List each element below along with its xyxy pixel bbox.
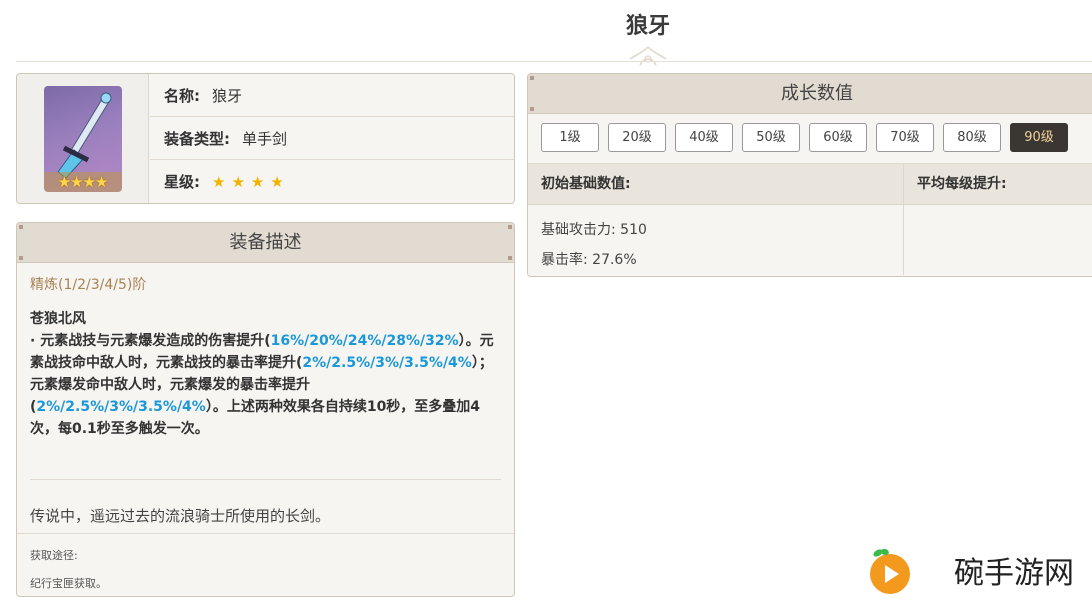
info-row-name: 名称: 狼牙 — [150, 74, 514, 117]
lore-text: 传说中，遥远过去的流浪骑士所使用的长剑。 — [30, 507, 331, 525]
watermark-logo-icon — [870, 548, 910, 594]
level-button-80[interactable]: 80级 — [943, 123, 1001, 152]
page-title: 狼牙 — [625, 14, 670, 39]
source-block: 获取途径: 纪行宝匣获取。 — [17, 533, 514, 596]
per-level-heading: 平均每级提升: — [917, 176, 1007, 192]
base-attack-value: 基础攻击力: 510 — [541, 222, 647, 238]
level-button-70[interactable]: 70级 — [876, 123, 934, 152]
description-panel: 装备描述 精炼(1/2/3/4/5)阶 苍狼北风 · 元素战技与元素爆发造成的伤… — [16, 222, 515, 597]
site-watermark: 碗手游网 — [862, 544, 1092, 600]
type-label: 装备类型: — [164, 129, 230, 148]
level-button-90[interactable]: 90级 — [1010, 123, 1068, 152]
stats-header-row: 初始基础数值: 平均每级提升: — [528, 164, 1092, 205]
passive-value-highlight: 2%/2.5%/3%/3.5%/4% — [302, 355, 472, 371]
passive-description: · 元素战技与元素爆发造成的伤害提升(16%/20%/24%/28%/32%）。… — [17, 328, 514, 440]
passive-text-part: · 元素战技与元素爆发造成的伤害提升( — [30, 333, 271, 349]
passive-value-highlight: 2%/2.5%/3%/3.5%/4% — [36, 399, 206, 415]
type-value: 单手剑 — [242, 129, 288, 148]
source-label: 获取途径: — [30, 549, 78, 562]
description-title: 装备描述 — [229, 232, 302, 253]
growth-title: 成长数值 — [781, 83, 853, 104]
base-stats-cell: 基础攻击力: 510 暴击率: 27.6% — [528, 205, 904, 275]
description-divider — [30, 479, 501, 480]
info-row-type: 装备类型: 单手剑 — [150, 117, 514, 160]
level-button-20[interactable]: 20级 — [608, 123, 666, 152]
ornament-icon — [629, 46, 667, 66]
level-button-60[interactable]: 60级 — [809, 123, 867, 152]
source-value: 纪行宝匣获取。 — [30, 577, 107, 590]
crit-rate-value: 暴击率: 27.6% — [541, 252, 637, 268]
level-button-1[interactable]: 1级 — [541, 123, 599, 152]
base-stats-heading: 初始基础数值: — [528, 164, 904, 204]
info-row-rarity: 星级: ★★★★ — [150, 160, 514, 203]
passive-value-highlight: 16%/20%/24%/28%/32% — [270, 333, 459, 349]
level-selector: 1级 20级 40级 50级 60级 70级 80级 90级 — [528, 114, 1092, 164]
name-value: 狼牙 — [212, 86, 243, 105]
level-button-50[interactable]: 50级 — [742, 123, 800, 152]
rarity-label: 星级: — [164, 173, 200, 191]
description-header: 装备描述 — [17, 223, 514, 263]
level-button-40[interactable]: 40级 — [675, 123, 733, 152]
weapon-info-card: ★★★★ 名称: 狼牙 装备类型: 单手剑 星级: ★★★★ — [16, 73, 515, 204]
passive-name: 苍狼北风 — [30, 311, 86, 327]
weapon-image-cell: ★★★★ — [17, 74, 149, 203]
title-divider — [16, 61, 1092, 62]
refinement-label: 精炼(1/2/3/4/5)阶 — [30, 277, 147, 293]
weapon-image: ★★★★ — [43, 85, 122, 192]
watermark-text: 碗手游网 — [954, 556, 1074, 591]
growth-header: 成长数值 — [528, 74, 1092, 114]
growth-panel: 成长数值 1级 20级 40级 50级 60级 70级 80级 90级 初始基础… — [527, 73, 1092, 277]
name-label: 名称: — [164, 86, 200, 105]
weapon-image-stars: ★★★★ — [43, 171, 122, 192]
stats-body-row: 基础攻击力: 510 暴击率: 27.6% — [528, 205, 1092, 275]
rarity-stars: ★★★★ — [212, 172, 290, 191]
